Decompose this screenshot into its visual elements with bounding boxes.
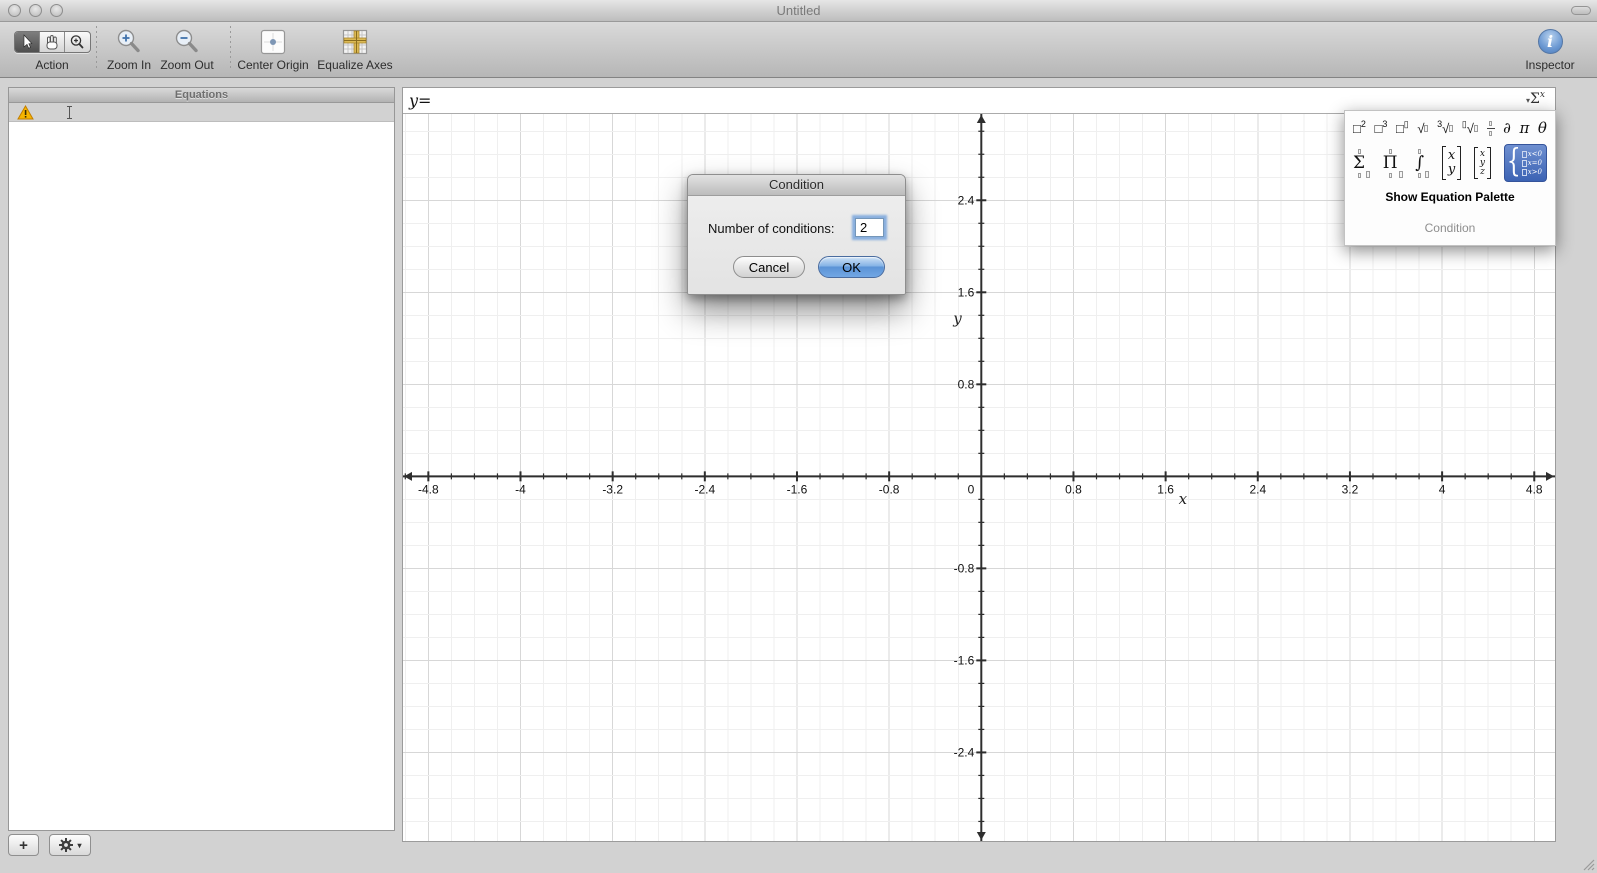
palette-power-3-template[interactable]: □ 3 [1374,119,1387,136]
palette-pi-symbol[interactable]: π [1519,119,1529,137]
palette-theta-symbol[interactable]: θ [1538,119,1547,137]
palette-product-template[interactable]: Π [1383,148,1403,178]
svg-text:-4: -4 [515,482,526,496]
equation-list-row[interactable] [9,103,394,122]
zoom-tool-button[interactable] [65,32,90,52]
zoom-in-icon [117,29,140,52]
svg-text:0: 0 [968,482,975,496]
svg-text:-2.4: -2.4 [694,482,715,496]
svg-text:2.4: 2.4 [958,193,975,207]
gear-menu-button[interactable]: ▾ [49,834,91,856]
palette-cube-root-template[interactable]: 3 √ [1437,119,1454,136]
equation-palette-popup: □ 2 □ 3 □ ▯ √ 3 √ ▯ √ ∂ π θ Σ Π ∫ x y x y z {x<0 x=0 x>0 Show E… [1344,110,1556,246]
equations-sidebar: Equations [8,87,395,831]
palette-integral-template[interactable]: ∫ [1415,148,1430,178]
title-bar[interactable]: Untitled [0,0,1597,22]
dialog-title-bar[interactable]: Condition [688,175,905,196]
toolbar-separator [96,26,97,68]
show-equation-palette-menu-item[interactable]: Show Equation Palette [1345,190,1555,204]
equalize-axes-icon [342,29,368,54]
svg-text:y: y [952,309,962,327]
palette-row-1: □ 2 □ 3 □ ▯ √ 3 √ ▯ √ ∂ π θ [1345,117,1555,139]
gear-icon [59,838,74,852]
palette-vector-3d-template[interactable]: xyz [1473,147,1491,179]
svg-text:0.8: 0.8 [1065,482,1082,496]
svg-text:3.2: 3.2 [1342,482,1359,496]
sigma-icon: Σ [1530,91,1540,107]
cancel-button[interactable]: Cancel [733,256,805,278]
equalize-axes-button[interactable]: Equalize Axes [311,26,399,72]
svg-text:4: 4 [1439,482,1446,496]
equation-text[interactable]: y= [409,91,431,110]
svg-text:2.4: 2.4 [1249,482,1266,496]
palette-partial-derivative[interactable]: ∂ [1503,119,1511,137]
conditions-count-input[interactable] [855,218,884,237]
svg-text:0.8: 0.8 [958,377,975,391]
svg-text:-2.4: -2.4 [954,745,975,759]
gear-caret-icon: ▾ [77,840,82,850]
palette-vector-2d-template[interactable]: xy [1441,146,1462,180]
palette-nth-root-template[interactable]: ▯ √ [1462,119,1478,136]
zoom-out-button[interactable]: Zoom Out [157,26,217,72]
svg-text:1.6: 1.6 [958,285,975,299]
zoom-out-label: Zoom Out [160,58,214,72]
palette-power-2-template[interactable]: □ 2 [1353,119,1366,136]
palette-square-root-template[interactable]: √ [1417,121,1429,136]
palette-row-2: Σ Π ∫ x y x y z {x<0 x=0 x>0 [1345,139,1555,187]
zoom-out-icon [175,29,198,52]
inspector-button[interactable]: i Inspector [1515,26,1585,72]
equalize-axes-label: Equalize Axes [317,58,393,72]
cursor-arrow-icon [23,34,32,49]
action-segmented-control [13,30,91,53]
svg-text:-0.8: -0.8 [879,482,900,496]
palette-status-label: Condition [1424,221,1476,235]
svg-text:1.6: 1.6 [1157,482,1174,496]
svg-text:-0.8: -0.8 [954,561,975,575]
center-origin-label: Center Origin [237,58,309,72]
svg-text:-1.6: -1.6 [787,482,808,496]
warning-icon [17,104,34,119]
toolbar: Action Zoom In Zoom Out Center Origin Eq… [0,22,1597,78]
add-equation-button[interactable]: + [8,834,39,856]
center-origin-icon [260,29,286,54]
toolbar-toggle-button[interactable] [1571,6,1591,15]
hand-tool-button[interactable] [40,31,65,52]
conditions-count-label: Number of conditions: [708,221,835,236]
svg-text:-3.2: -3.2 [602,482,623,496]
palette-fraction-template[interactable] [1486,120,1495,136]
equations-header[interactable]: Equations [9,88,394,103]
svg-text:4.8: 4.8 [1526,482,1543,496]
action-label: Action [35,58,69,72]
center-origin-button[interactable]: Center Origin [233,26,313,72]
zoom-in-button[interactable]: Zoom In [99,26,159,72]
inspector-label: Inspector [1525,58,1575,72]
palette-power-n-template[interactable]: □ ▯ [1396,119,1409,136]
pointer-tool-button[interactable] [14,31,40,52]
resize-grip[interactable] [1581,857,1595,871]
palette-condition-template[interactable]: {x<0 x=0 x>0 [1503,144,1547,182]
equation-palette-toggle[interactable]: ▾ Σ x [1526,90,1545,107]
condition-dialog: Condition Number of conditions: Cancel O… [687,174,906,295]
hand-icon [46,34,57,49]
svg-text:-1.6: -1.6 [954,653,975,667]
magnifier-plus-icon [70,34,84,48]
action-tool-group: Action [12,26,92,72]
inspector-icon: i [1537,29,1563,54]
svg-text:-4.8: -4.8 [418,482,439,496]
svg-text:x: x [1179,490,1188,508]
zoom-in-label: Zoom In [106,58,151,72]
toolbar-separator [230,26,231,68]
window-title: Untitled [776,3,821,18]
ok-button[interactable]: OK [818,256,885,278]
palette-summation-template[interactable]: Σ [1353,148,1371,178]
text-cursor [66,105,73,119]
